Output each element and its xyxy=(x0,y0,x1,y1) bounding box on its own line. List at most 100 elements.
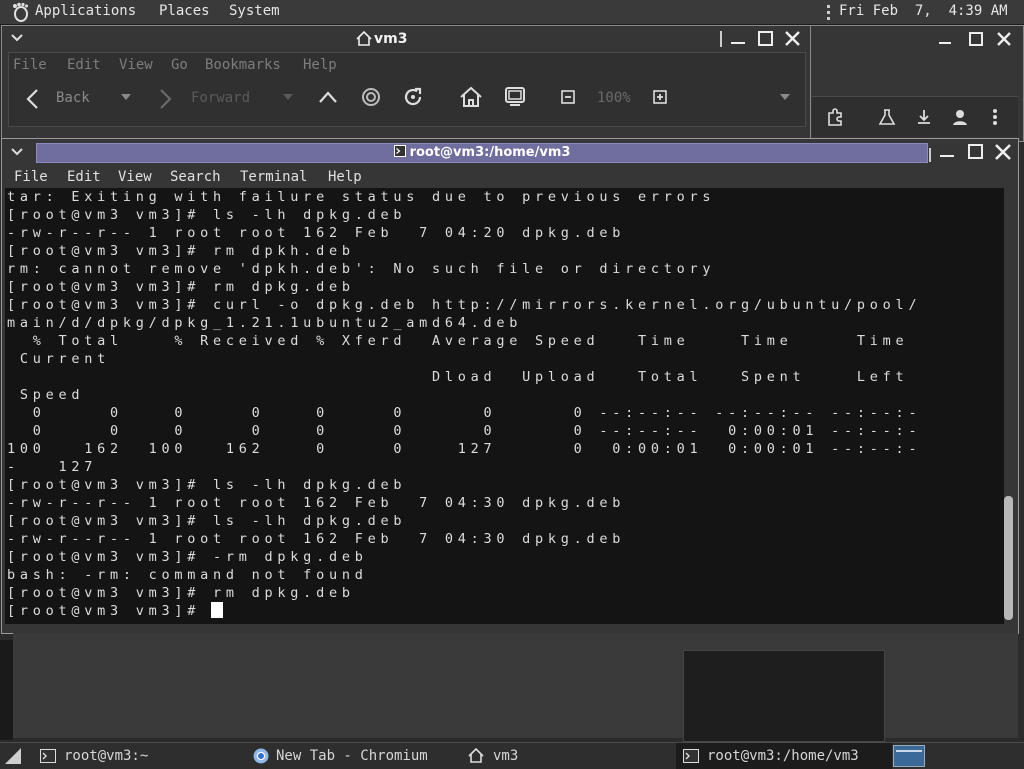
terminal-line: [root@vm3 vm3]# rm dpkh.deb xyxy=(7,243,355,259)
fm-menu-help[interactable]: Help xyxy=(303,57,337,73)
window-title: vm3 xyxy=(374,31,408,47)
close-icon[interactable] xyxy=(995,144,1011,160)
term-menu-edit[interactable]: Edit xyxy=(67,169,101,185)
fm-menu-bookmarks[interactable]: Bookmarks xyxy=(205,57,281,73)
terminal-scrollbar[interactable] xyxy=(1004,496,1013,620)
terminal-text: tar: Exiting with failure status due to … xyxy=(5,188,1004,620)
stop-icon[interactable] xyxy=(361,87,381,107)
reload-icon[interactable] xyxy=(402,86,424,108)
show-desktop-icon[interactable] xyxy=(5,748,21,764)
terminal-icon xyxy=(393,145,406,157)
chromium-toolbar xyxy=(812,96,1018,137)
menu-system[interactable]: System xyxy=(229,3,280,19)
terminal-prompt: [root@vm3 vm3]# xyxy=(7,603,214,619)
terminal-titlebar[interactable]: root@vm3:/home/vm3 xyxy=(36,143,928,163)
term-menu-view[interactable]: View xyxy=(118,169,152,185)
maximize-icon[interactable] xyxy=(969,32,983,46)
close-icon[interactable] xyxy=(997,32,1011,46)
minimize-icon[interactable] xyxy=(939,32,951,44)
terminal-line: % Total % Received % Xferd Average Speed… xyxy=(7,333,909,349)
task-label: vm3 xyxy=(493,748,519,764)
home-icon xyxy=(356,31,372,46)
terminal-line: Current xyxy=(7,351,111,367)
workspace-switcher-icon[interactable] xyxy=(893,745,925,767)
fm-menu-file[interactable]: File xyxy=(13,57,47,73)
terminal-line: Speed xyxy=(7,387,85,403)
term-menu-search[interactable]: Search xyxy=(170,169,221,185)
term-menu-terminal[interactable]: Terminal xyxy=(240,169,307,185)
terminal-line: [root@vm3 vm3]# -rm dpkg.deb xyxy=(7,549,368,565)
terminal-line: main/d/dpkg/dpkg_1.21.1ubuntu2_amd64.deb xyxy=(7,315,523,331)
back-history-dropdown-icon[interactable] xyxy=(121,94,131,100)
maximize-icon[interactable] xyxy=(758,31,773,46)
gnome-foot-icon[interactable] xyxy=(10,2,30,22)
term-menu-help[interactable]: Help xyxy=(328,169,362,185)
chromium-icon xyxy=(253,748,269,764)
zoom-in-icon[interactable] xyxy=(653,90,667,104)
terminal-line: - 127 xyxy=(7,459,98,475)
extensions-icon[interactable] xyxy=(826,108,844,126)
terminal-line: Dload Upload Total Spent Left xyxy=(7,369,909,385)
separator xyxy=(720,31,722,47)
profile-icon[interactable] xyxy=(951,108,969,126)
terminal-menubar: File Edit View Search Terminal Help xyxy=(4,167,1014,187)
fm-menu-go[interactable]: Go xyxy=(171,57,188,73)
terminal-line: [root@vm3 vm3]# rm dpkg.deb xyxy=(7,279,355,295)
minimize-icon[interactable] xyxy=(940,145,954,157)
menu-places[interactable]: Places xyxy=(159,3,210,19)
back-arrow-icon[interactable] xyxy=(25,88,39,110)
close-icon[interactable] xyxy=(785,31,800,46)
terminal-output[interactable]: tar: Exiting with failure status due to … xyxy=(5,188,1004,624)
task-label: root@vm3:~ xyxy=(64,748,149,764)
computer-icon[interactable] xyxy=(504,86,526,108)
home-icon[interactable] xyxy=(459,86,483,108)
task-vm3[interactable]: vm3 xyxy=(460,743,670,769)
forward-arrow-icon[interactable] xyxy=(159,88,173,110)
file-manager-toolbar: Back Forward 100% xyxy=(8,78,806,127)
task-root-vm3-active[interactable]: root@vm3:/home/vm3 xyxy=(676,743,892,769)
minimize-icon[interactable] xyxy=(731,32,745,44)
task-root-home[interactable]: root@vm3:~ xyxy=(24,743,244,769)
panel-handle-icon xyxy=(827,5,830,20)
window-menu-chevron-icon[interactable] xyxy=(11,148,23,156)
download-icon[interactable] xyxy=(915,108,933,126)
home-icon xyxy=(468,748,484,763)
terminal-line: [root@vm3 vm3]# ls -lh dpkg.deb xyxy=(7,477,407,493)
terminal-line: 0 0 0 0 0 0 0 0 --:--:-- 0:00:01 --:--:- xyxy=(7,423,922,439)
terminal-icon xyxy=(40,749,56,763)
back-button-label[interactable]: Back xyxy=(56,90,90,106)
zoom-level: 100% xyxy=(597,90,631,106)
zoom-out-icon[interactable] xyxy=(561,90,575,104)
maximize-icon[interactable] xyxy=(968,144,983,159)
fm-menu-view[interactable]: View xyxy=(119,57,153,73)
terminal-line: rm: cannot remove 'dpkh.deb': No such fi… xyxy=(7,261,716,277)
window-preview-thumbnail xyxy=(683,650,885,742)
terminal-line: bash: -rm: command not found xyxy=(7,567,368,583)
terminal-line: -rw-r--r-- 1 root root 162 Feb 7 04:30 d… xyxy=(7,495,626,511)
forward-history-dropdown-icon[interactable] xyxy=(283,94,293,100)
term-menu-file[interactable]: File xyxy=(14,169,48,185)
terminal-line: tar: Exiting with failure status due to … xyxy=(7,189,716,205)
background-window-edge xyxy=(0,640,13,740)
fm-menu-edit[interactable]: Edit xyxy=(67,57,101,73)
terminal-line: 0 0 0 0 0 0 0 0 --:--:-- --:--:-- --:--:… xyxy=(7,405,922,421)
terminal-line: [root@vm3 vm3]# ls -lh dpkg.deb xyxy=(7,207,407,223)
file-manager-menubar: File Edit View Go Bookmarks Help xyxy=(8,52,806,80)
labs-flask-icon[interactable] xyxy=(878,108,896,126)
task-label: root@vm3:/home/vm3 xyxy=(707,748,859,764)
terminal-icon xyxy=(683,749,699,763)
window-menu-chevron-icon[interactable] xyxy=(11,34,23,42)
terminal-title-wrap: root@vm3:/home/vm3 xyxy=(37,144,927,162)
clock[interactable]: Fri Feb 7, 4:39 AM xyxy=(839,3,1008,19)
taskbar: root@vm3:~ New Tab - Chromium vm3 root@v… xyxy=(0,742,1024,769)
menu-applications[interactable]: Applications xyxy=(35,3,136,19)
terminal-title: root@vm3:/home/vm3 xyxy=(409,145,571,160)
terminal-line: [root@vm3 vm3]# rm dpkg.deb xyxy=(7,585,355,601)
toolbar-overflow-icon[interactable] xyxy=(780,94,790,100)
separator xyxy=(929,148,931,162)
terminal-line: -rw-r--r-- 1 root root 162 Feb 7 04:20 d… xyxy=(7,225,626,241)
task-chromium[interactable]: New Tab - Chromium xyxy=(245,743,450,769)
forward-button-label[interactable]: Forward xyxy=(191,90,250,106)
more-menu-icon[interactable] xyxy=(992,108,998,126)
up-arrow-icon[interactable] xyxy=(318,90,338,104)
